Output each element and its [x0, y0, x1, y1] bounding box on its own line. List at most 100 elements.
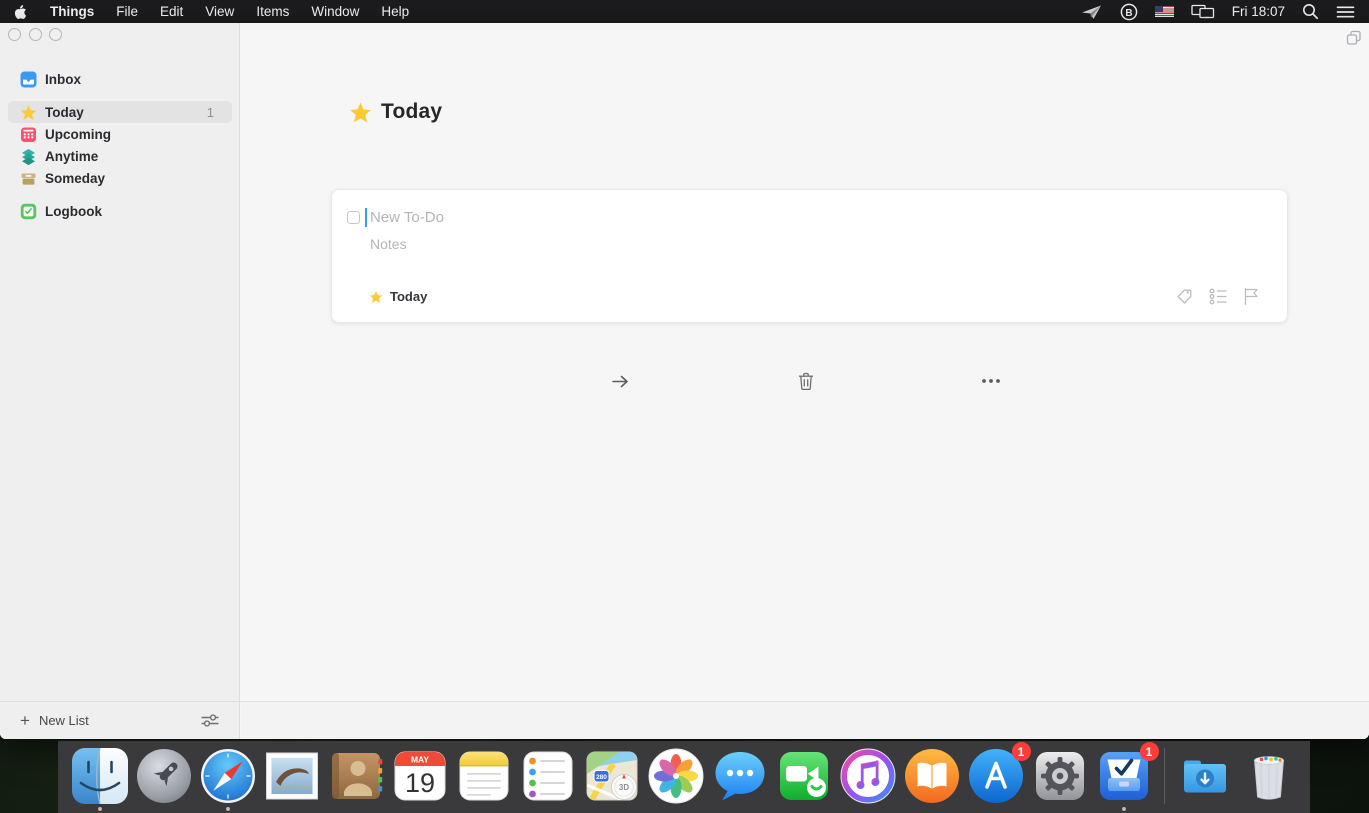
messages-icon: [711, 747, 769, 805]
trash-button[interactable]: [789, 23, 823, 739]
sidebar-item-upcoming[interactable]: Upcoming: [0, 123, 240, 145]
new-list-button[interactable]: + New List: [20, 702, 89, 739]
sidebar-item-today[interactable]: Today 1: [8, 101, 232, 123]
dock-photos[interactable]: [647, 747, 705, 805]
notification-center-icon[interactable]: [1336, 0, 1355, 23]
dock-mail[interactable]: [263, 747, 321, 805]
reminders-icon: [519, 747, 577, 805]
sidebar: Inbox Today 1: [0, 23, 240, 739]
upcoming-calendar-icon: [20, 126, 37, 143]
flag-canton: [1155, 6, 1164, 12]
sidebar-item-logbook[interactable]: Logbook: [0, 200, 240, 222]
svg-text:19: 19: [404, 768, 434, 798]
dock-messages[interactable]: [711, 747, 769, 805]
close-button[interactable]: [8, 28, 21, 41]
list-settings-button[interactable]: [193, 702, 227, 739]
menu-app-name[interactable]: Things: [39, 0, 105, 23]
dock-finder[interactable]: [71, 747, 129, 805]
dock-things[interactable]: 1: [1095, 747, 1153, 805]
apple-menu[interactable]: [0, 0, 39, 23]
dock-contacts[interactable]: [327, 747, 385, 805]
sidebar-item-label: Upcoming: [45, 127, 111, 142]
desktop: Things File Edit View Items Window Help …: [0, 0, 1369, 813]
app-store-badge: 1: [1012, 742, 1031, 761]
flag-icon[interactable]: [1243, 287, 1260, 311]
dock-downloads[interactable]: [1176, 747, 1234, 805]
ibooks-icon: [903, 747, 961, 805]
things-window: Inbox Today 1: [0, 23, 1369, 739]
menu-help[interactable]: Help: [370, 0, 420, 23]
menu-view[interactable]: View: [194, 0, 245, 23]
svg-text:B: B: [1125, 7, 1132, 18]
tag-icon[interactable]: [1175, 287, 1194, 311]
text-caret: [365, 208, 367, 227]
when-label: Today: [390, 289, 427, 304]
sidebar-item-someday[interactable]: Someday: [0, 167, 240, 189]
mail-icon: [263, 747, 321, 805]
dock: MAY 19: [58, 741, 1310, 813]
dock-facetime[interactable]: [775, 747, 833, 805]
safari-icon: [199, 747, 257, 805]
todo-notes-field[interactable]: Notes: [370, 236, 407, 252]
dock-divider: [1164, 748, 1165, 804]
apple-icon: [14, 4, 27, 20]
menu-items[interactable]: Items: [245, 0, 300, 23]
menu-edit[interactable]: Edit: [149, 0, 194, 23]
svg-text:3D: 3D: [618, 783, 628, 792]
sidebar-item-label: Inbox: [45, 72, 81, 87]
todo-title-field[interactable]: New To-Do: [370, 209, 444, 226]
todo-when[interactable]: Today: [369, 289, 427, 304]
window-pages-icon[interactable]: [1346, 30, 1362, 51]
dock-app-store[interactable]: 1: [967, 747, 1025, 805]
main-area: Today New To-Do Notes Today: [241, 23, 1369, 739]
more-button[interactable]: [974, 23, 1008, 739]
today-star-icon: [20, 104, 37, 121]
page-title-text: Today: [381, 100, 442, 124]
dock-calendar[interactable]: MAY 19: [391, 747, 449, 805]
displays-icon[interactable]: [1191, 0, 1215, 23]
dock-maps[interactable]: 280 3D: [583, 747, 641, 805]
anytime-stack-icon: [20, 148, 37, 165]
dock-trash[interactable]: [1240, 747, 1298, 805]
running-indicator: [226, 807, 230, 811]
dock-ibooks[interactable]: [903, 747, 961, 805]
dock-notes[interactable]: [455, 747, 513, 805]
today-star-icon: [369, 290, 383, 304]
facetime-icon: [775, 747, 833, 805]
things-badge: 1: [1140, 742, 1159, 761]
sidebar-item-anytime[interactable]: Anytime: [0, 145, 240, 167]
b-circle-icon[interactable]: B: [1120, 0, 1138, 23]
us-flag-icon[interactable]: [1155, 6, 1174, 17]
page-title: Today: [349, 100, 442, 124]
menu-file[interactable]: File: [105, 0, 149, 23]
dock-system-preferences[interactable]: [1031, 747, 1089, 805]
menu-bar: Things File Edit View Items Window Help …: [0, 0, 1369, 23]
maps-icon: 280 3D: [583, 747, 641, 805]
inbox-icon: [20, 71, 37, 88]
sidebar-toolbar: + New List: [0, 702, 240, 739]
paper-plane-icon[interactable]: [1081, 0, 1103, 23]
move-arrow-button[interactable]: [604, 23, 638, 739]
dock-reminders[interactable]: [519, 747, 577, 805]
spotlight-icon[interactable]: [1302, 0, 1319, 23]
downloads-folder-icon: [1176, 747, 1234, 805]
dock-itunes[interactable]: [839, 747, 897, 805]
todo-checkbox[interactable]: [347, 211, 360, 224]
logbook-icon: [20, 203, 37, 220]
plus-icon: +: [20, 712, 30, 729]
menu-window[interactable]: Window: [300, 0, 370, 23]
menu-clock[interactable]: Fri 18:07: [1232, 0, 1285, 23]
launchpad-icon: [135, 747, 193, 805]
minimize-button[interactable]: [29, 28, 42, 41]
system-preferences-icon: [1031, 747, 1089, 805]
dock-safari[interactable]: [199, 747, 257, 805]
sidebar-item-label: Someday: [45, 171, 105, 186]
sidebar-item-inbox[interactable]: Inbox: [0, 68, 240, 90]
running-indicator: [98, 807, 102, 811]
dock-launchpad[interactable]: [135, 747, 193, 805]
new-list-label: New List: [39, 713, 89, 728]
calendar-icon: MAY 19: [391, 747, 449, 805]
zoom-button[interactable]: [49, 28, 62, 41]
checklist-icon[interactable]: [1209, 288, 1228, 310]
bottom-toolbar: + New List: [0, 701, 1369, 739]
